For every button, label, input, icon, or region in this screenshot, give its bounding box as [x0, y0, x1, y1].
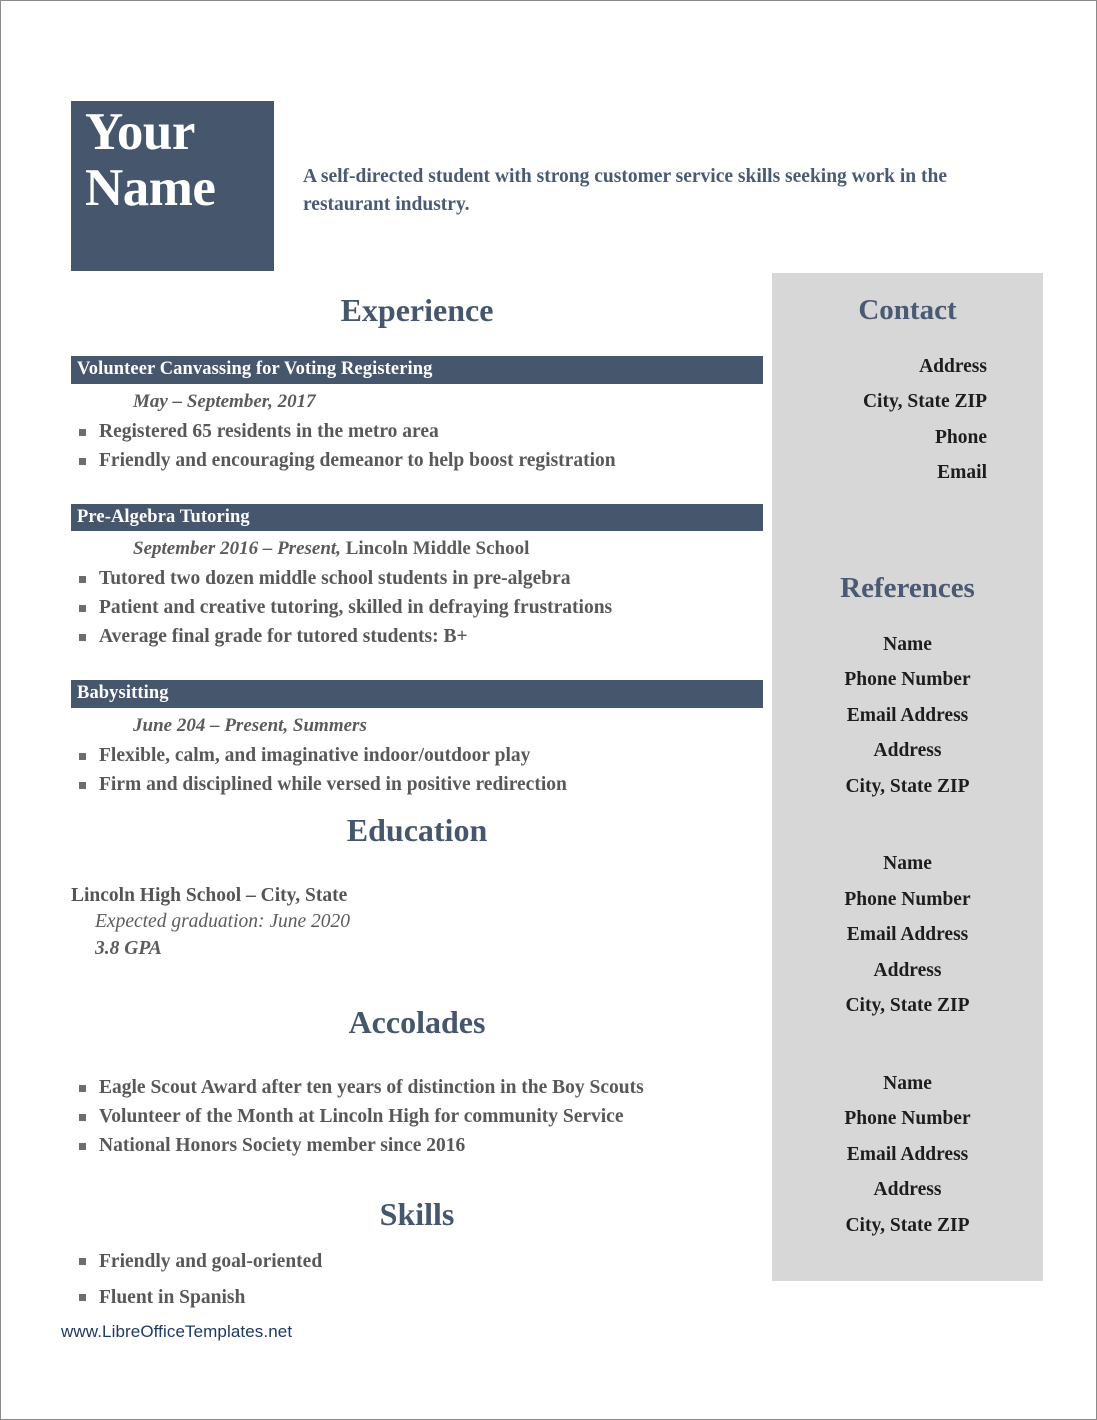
list-item: Tutored two dozen middle school students… — [71, 565, 763, 594]
experience-entry: Babysitting June 204 – Present, Summers … — [71, 679, 763, 800]
list-item: Flexible, calm, and imaginative indoor/o… — [71, 742, 763, 771]
list-item: Registered 65 residents in the metro are… — [71, 418, 763, 447]
resume-header: Your Name A self-directed student with s… — [71, 101, 1026, 271]
list-item: Eagle Scout Award after ten years of dis… — [71, 1074, 763, 1103]
square-bullet-icon — [79, 781, 86, 789]
reference-address: Address — [873, 959, 942, 981]
bullet-text: Eagle Scout Award after ten years of dis… — [99, 1077, 644, 1099]
bullet-text: Fluent in Spanish — [99, 1287, 246, 1309]
bullet-text: Registered 65 residents in the metro are… — [99, 420, 439, 442]
reference-group: Name Phone Number Email Address Address … — [772, 1066, 1043, 1243]
reference-email: Email Address — [846, 704, 969, 726]
reference-city-state-zip: City, State ZIP — [845, 1214, 970, 1236]
job-date: May – September, 2017 — [133, 390, 316, 412]
list-item: Volunteer of the Month at Lincoln High f… — [71, 1103, 763, 1132]
square-bullet-icon — [79, 605, 86, 613]
square-bullet-icon — [79, 1085, 86, 1093]
list-item: Patient and creative tutoring, skilled i… — [71, 594, 763, 623]
job-title-bar: Babysitting — [71, 679, 763, 708]
bullet-text: Flexible, calm, and imaginative indoor/o… — [99, 744, 531, 766]
list-item: Average final grade for tutored students… — [71, 623, 763, 652]
reference-phone: Phone Number — [844, 1108, 971, 1130]
bullet-text: Average final grade for tutored students… — [99, 626, 468, 648]
bullet-text: Volunteer of the Month at Lincoln High f… — [99, 1106, 624, 1128]
contact-email: Email — [937, 462, 987, 484]
accolades-list: Eagle Scout Award after ten years of dis… — [71, 1074, 763, 1161]
bullet-text: Tutored two dozen middle school students… — [99, 568, 571, 590]
contact-list: Address City, State ZIP Phone Email — [772, 349, 1043, 491]
job-date-line: May – September, 2017 — [133, 391, 763, 413]
reference-name: Name — [883, 853, 932, 875]
experience-entry: Pre-Algebra Tutoring September 2016 – Pr… — [71, 503, 763, 652]
reference-name: Name — [883, 1072, 932, 1094]
skills-list: Friendly and goal-oriented Fluent in Spa… — [71, 1244, 763, 1316]
summary-tagline: A self-directed student with strong cust… — [303, 166, 948, 215]
job-title-bar: Volunteer Canvassing for Voting Register… — [71, 356, 763, 384]
reference-address: Address — [873, 1179, 942, 1201]
sidebar: Contact Address City, State ZIP Phone Em… — [772, 273, 1043, 1281]
square-bullet-icon — [79, 1258, 86, 1266]
list-item: Firm and disciplined while versed in pos… — [71, 771, 763, 800]
job-date-line: June 204 – Present, Summers — [133, 715, 763, 737]
square-bullet-icon — [79, 428, 86, 436]
reference-city-state-zip: City, State ZIP — [845, 995, 970, 1017]
square-bullet-icon — [79, 1294, 86, 1302]
contact-city-state-zip: City, State ZIP — [862, 391, 987, 413]
square-bullet-icon — [79, 576, 86, 584]
sidebar-title-contact: Contact — [858, 294, 957, 326]
education-graduation: Expected graduation: June 2020 — [95, 911, 351, 933]
list-item: Fluent in Spanish — [71, 1280, 763, 1316]
square-bullet-icon — [79, 1114, 86, 1122]
job-bullet-list: Registered 65 residents in the metro are… — [71, 418, 763, 476]
reference-phone: Phone Number — [844, 669, 971, 691]
square-bullet-icon — [79, 634, 86, 642]
name-second-line: Name — [85, 158, 216, 217]
reference-address: Address — [873, 740, 942, 762]
bullet-text: National Honors Society member since 201… — [99, 1135, 466, 1157]
square-bullet-icon — [79, 1143, 86, 1151]
list-item: Friendly and encouraging demeanor to hel… — [71, 447, 763, 476]
name-block: Your Name — [71, 101, 274, 271]
contact-phone: Phone — [934, 426, 987, 448]
square-bullet-icon — [79, 457, 86, 465]
section-title-education: Education — [346, 812, 488, 849]
name-first-line: Your — [85, 103, 195, 161]
education-entry: Lincoln High School – City, State Expect… — [71, 883, 763, 964]
sidebar-title-references: References — [840, 571, 975, 604]
section-title-skills: Skills — [379, 1196, 455, 1233]
job-date-line: September 2016 – Present, Lincoln Middle… — [133, 538, 763, 560]
square-bullet-icon — [79, 752, 86, 760]
main-content-column: Experience Volunteer Canvassing for Voti… — [71, 292, 763, 1316]
job-bullet-list: Flexible, calm, and imaginative indoor/o… — [71, 742, 763, 800]
job-title-bar: Pre-Algebra Tutoring — [71, 503, 763, 532]
resume-page: Your Name A self-directed student with s… — [0, 0, 1097, 1420]
reference-group: Name Phone Number Email Address Address … — [772, 846, 1043, 1023]
bullet-text: Firm and disciplined while versed in pos… — [99, 773, 567, 795]
section-title-accolades: Accolades — [348, 1004, 486, 1041]
reference-group: Name Phone Number Email Address Address … — [772, 627, 1043, 804]
education-school: Lincoln High School – City, State — [71, 884, 348, 906]
list-item: National Honors Society member since 201… — [71, 1132, 763, 1161]
reference-email: Email Address — [846, 1143, 969, 1165]
contact-address: Address — [919, 355, 987, 377]
job-date: June 204 – Present, Summers — [133, 714, 367, 736]
reference-email: Email Address — [846, 924, 969, 946]
bullet-text: Friendly and encouraging demeanor to hel… — [99, 449, 616, 471]
job-organization: Lincoln Middle School — [340, 538, 530, 560]
footer-url[interactable]: www.LibreOfficeTemplates.net — [61, 1322, 292, 1342]
experience-entry: Volunteer Canvassing for Voting Register… — [71, 356, 763, 475]
bullet-text: Patient and creative tutoring, skilled i… — [99, 597, 613, 619]
education-gpa: 3.8 GPA — [95, 938, 162, 960]
list-item: Friendly and goal-oriented — [71, 1244, 763, 1280]
job-date: September 2016 – Present, — [133, 538, 341, 560]
job-bullet-list: Tutored two dozen middle school students… — [71, 565, 763, 652]
reference-city-state-zip: City, State ZIP — [845, 775, 970, 797]
reference-phone: Phone Number — [844, 888, 971, 910]
section-title-experience: Experience — [340, 292, 494, 328]
bullet-text: Friendly and goal-oriented — [99, 1251, 323, 1273]
reference-name: Name — [883, 633, 932, 655]
